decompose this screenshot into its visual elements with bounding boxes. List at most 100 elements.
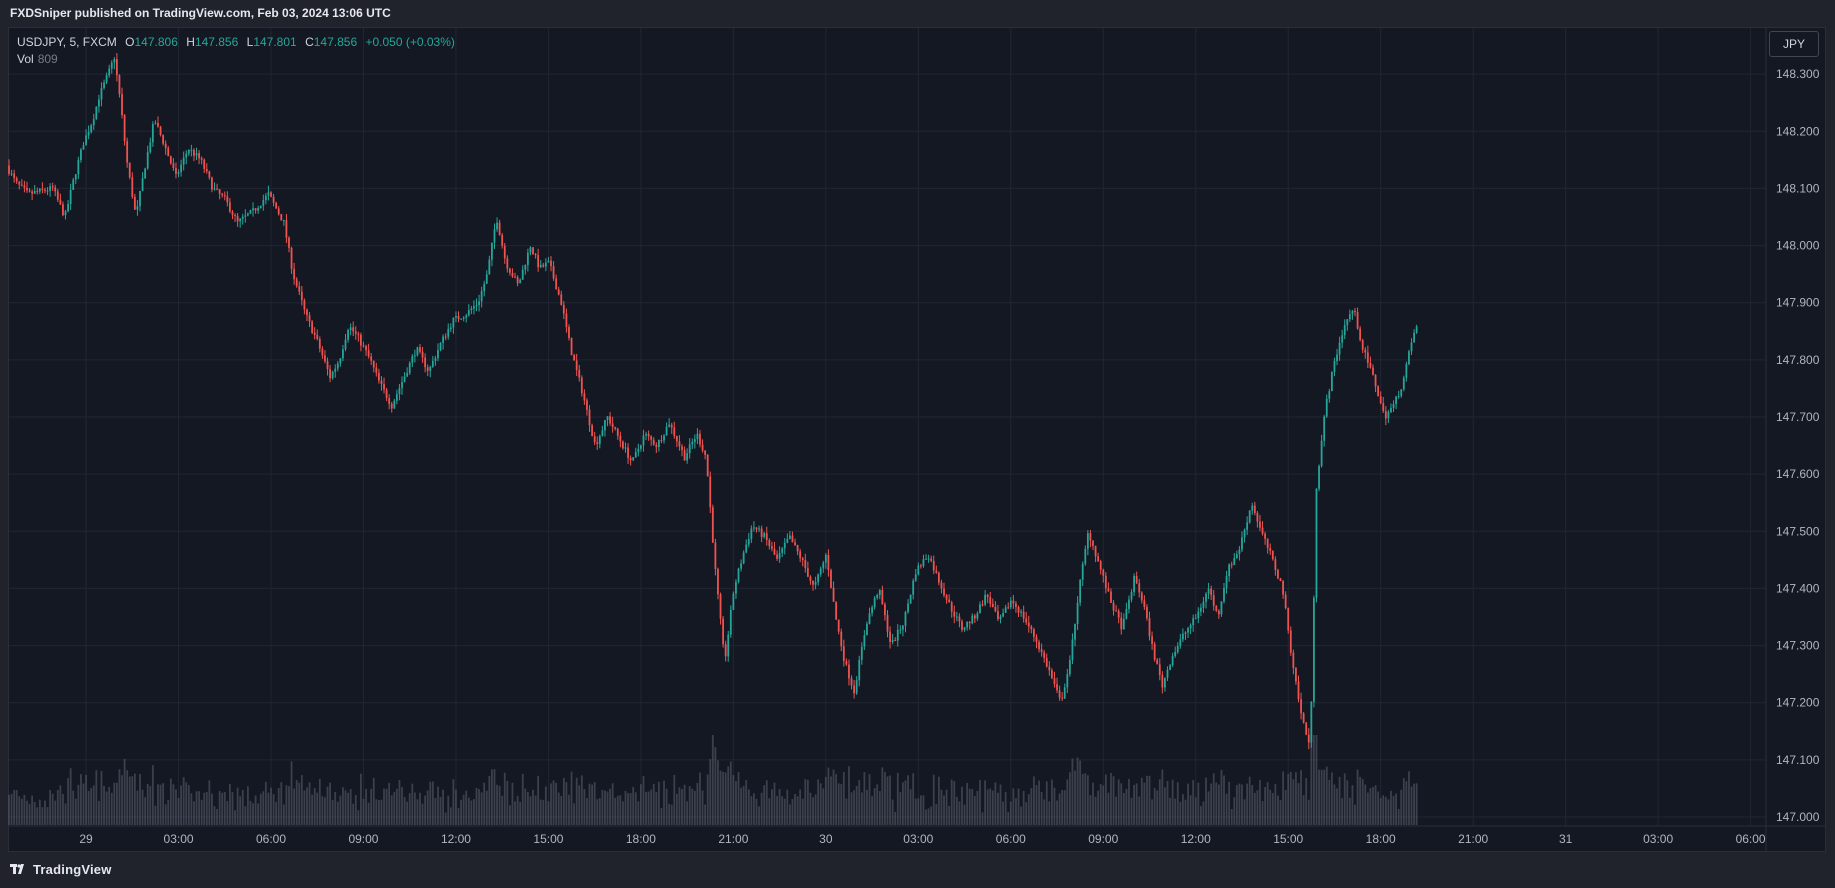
- candle-body: [167, 148, 170, 157]
- volume-bar: [331, 799, 334, 825]
- volume-bar: [1189, 795, 1192, 825]
- candle-body: [146, 152, 149, 169]
- candle-body: [262, 200, 265, 206]
- candle-body: [1097, 556, 1100, 562]
- candle-body: [642, 435, 645, 446]
- currency-button[interactable]: JPY: [1769, 31, 1819, 57]
- volume-bar: [860, 792, 863, 825]
- candle-body: [128, 162, 131, 178]
- candle-body: [945, 595, 948, 600]
- candle-body: [919, 565, 922, 567]
- symbol-label: USDJPY, 5, FXCM: [17, 35, 117, 49]
- volume-bar: [277, 787, 280, 825]
- candle-body: [622, 441, 624, 449]
- candle-body: [8, 165, 10, 174]
- volume-bar: [401, 787, 403, 825]
- candle-body: [1384, 411, 1387, 419]
- volume-bar: [231, 791, 234, 825]
- volume-bar: [799, 789, 802, 825]
- volume-bar: [907, 775, 909, 825]
- volume-bar: [1225, 793, 1228, 825]
- volume-bar: [1058, 793, 1061, 825]
- candle-body: [925, 558, 927, 560]
- candle-body: [534, 253, 537, 256]
- volume-bar: [13, 789, 16, 825]
- candle-body: [1379, 396, 1382, 404]
- volume-bar: [637, 801, 640, 825]
- volume-bar: [616, 795, 619, 825]
- candle-body: [455, 315, 457, 318]
- volume-bar: [1410, 786, 1413, 825]
- volume-bar: [732, 774, 735, 825]
- tradingview-logo[interactable]: TradingView: [10, 862, 112, 877]
- volume-bar: [1027, 794, 1030, 825]
- volume-bar: [280, 782, 283, 825]
- volume-bar: [41, 807, 44, 825]
- volume-bar: [1007, 811, 1010, 825]
- volume-bar: [1333, 784, 1336, 825]
- volume-bar: [1246, 783, 1249, 825]
- candle-body: [1241, 537, 1243, 550]
- candle-body: [1025, 618, 1028, 623]
- volume-bar: [442, 789, 445, 825]
- volume-bar: [1056, 800, 1058, 825]
- candle-body: [1212, 595, 1215, 606]
- volume-bar: [827, 767, 830, 825]
- candle-body: [673, 427, 676, 436]
- volume-bar: [526, 791, 529, 825]
- volume-bar: [62, 793, 64, 825]
- volume-bar: [447, 795, 450, 825]
- candle-body: [758, 528, 760, 530]
- volume-bar: [20, 798, 23, 825]
- candle-body: [519, 279, 522, 284]
- volume-bar: [701, 790, 704, 825]
- time-tick-label: 12:00: [1181, 832, 1211, 846]
- candle-body: [470, 308, 473, 311]
- volume-bar: [1320, 769, 1323, 825]
- candle-body: [822, 562, 825, 569]
- candle-body: [693, 439, 696, 443]
- candle-body: [509, 268, 511, 273]
- volume-bar: [1012, 788, 1015, 825]
- candle-body: [383, 384, 385, 390]
- volume-value: 809: [37, 52, 58, 66]
- candle-body: [13, 173, 16, 179]
- volume-bar: [645, 791, 647, 825]
- candle-body: [1287, 608, 1290, 631]
- candle-body: [981, 604, 984, 606]
- volume-bar: [958, 801, 961, 825]
- volume-bar: [234, 810, 236, 825]
- volume-bar: [819, 783, 822, 825]
- price-chart[interactable]: 148.300 148.200 148.100 148.000 147.900 147.8…: [0, 0, 1835, 888]
- volume-bar: [884, 772, 886, 825]
- volume-bar: [38, 799, 41, 825]
- volume-bar: [902, 782, 904, 825]
- candle-body: [1282, 581, 1284, 595]
- open-label: O: [125, 35, 135, 49]
- volume-bar: [804, 779, 807, 825]
- volume-bar: [326, 786, 329, 825]
- candle-body: [735, 581, 737, 594]
- candle-body: [1359, 328, 1362, 341]
- volume-bar: [1158, 779, 1161, 825]
- volume-bar: [709, 759, 712, 825]
- volume-bar: [1107, 792, 1110, 825]
- volume-bar: [342, 787, 344, 825]
- volume-bar: [724, 772, 727, 825]
- volume-bar: [886, 776, 889, 825]
- volume-bar: [727, 766, 730, 825]
- candle-body: [1215, 605, 1218, 611]
- candle-body: [20, 184, 23, 186]
- volume-bar: [85, 774, 87, 825]
- candle-body: [1189, 625, 1192, 629]
- candle-body: [994, 606, 997, 612]
- candle-body: [259, 205, 262, 209]
- volume-bar: [1415, 783, 1418, 825]
- volume-bar: [1156, 790, 1159, 825]
- candle-body: [768, 540, 771, 547]
- volume-bar: [801, 798, 804, 825]
- volume-bar: [1259, 779, 1261, 825]
- volume-bar: [221, 792, 224, 825]
- candle-body: [760, 528, 763, 537]
- candle-body: [1094, 545, 1097, 557]
